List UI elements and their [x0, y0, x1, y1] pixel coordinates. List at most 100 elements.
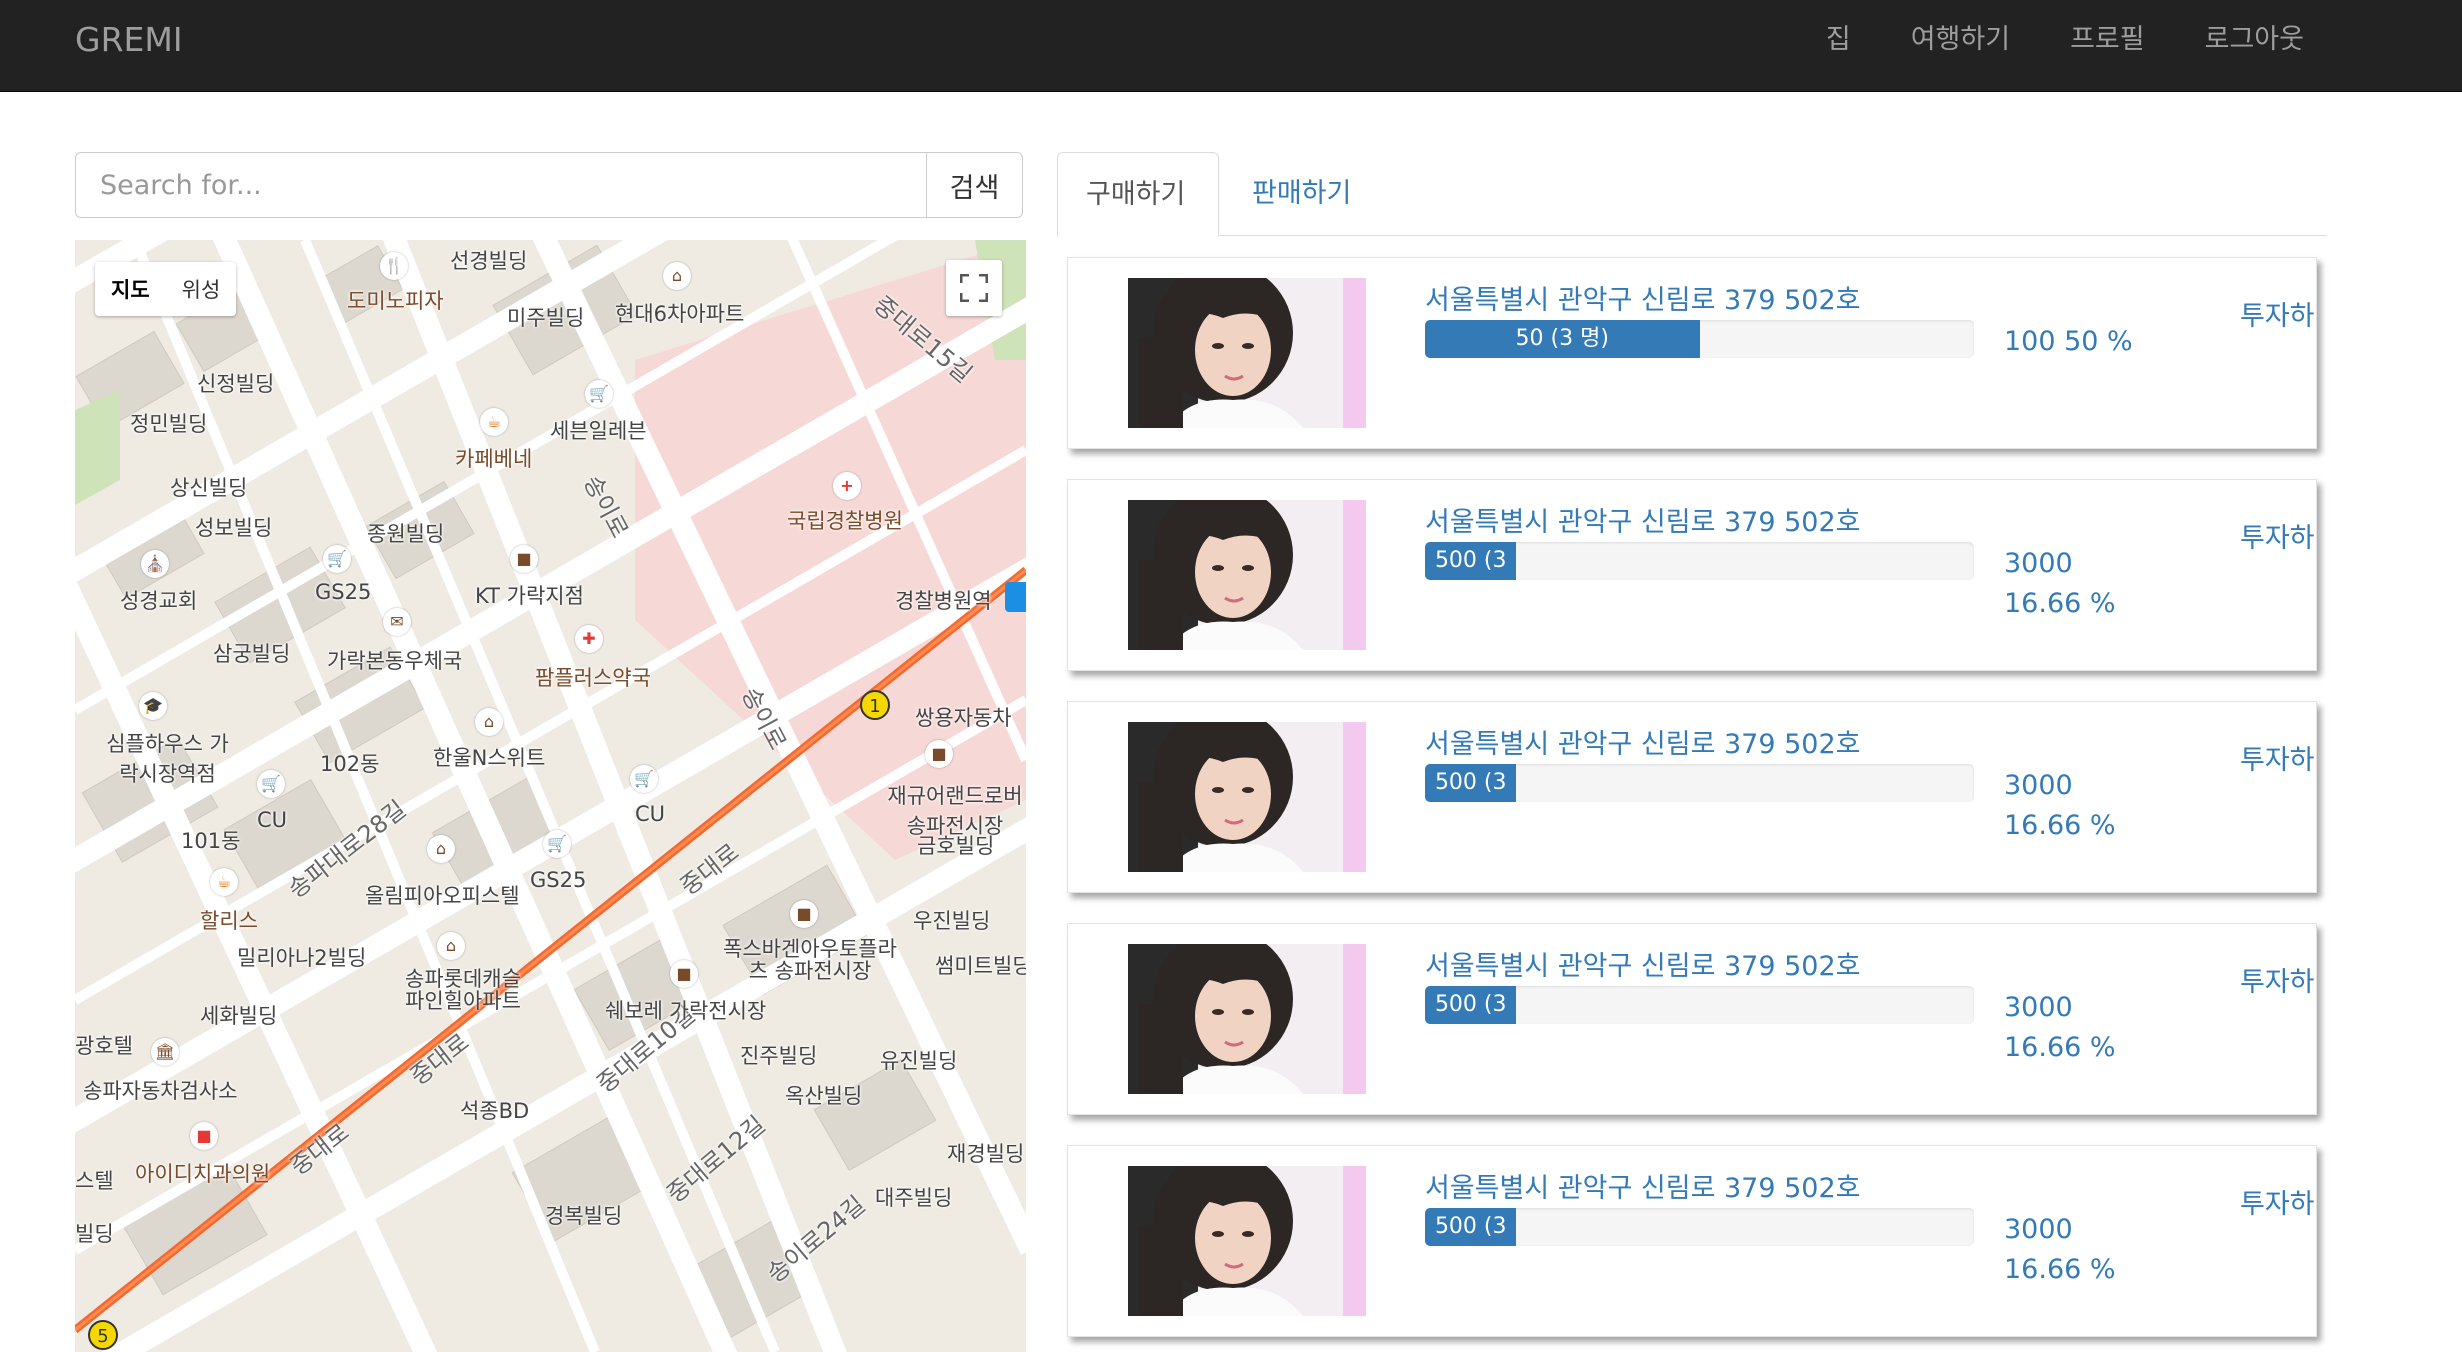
cafe-icon[interactable]: ☕	[480, 408, 508, 436]
map-place-label: 성보빌딩	[195, 516, 273, 540]
hospital-icon[interactable]: +	[833, 472, 861, 500]
listing-amount: 3000	[2004, 548, 2073, 579]
listing-percent: 16.66 %	[2004, 588, 2116, 619]
funding-progress-bar: 500 (3	[1425, 986, 1974, 1024]
listing-thumbnail[interactable]	[1128, 1166, 1366, 1316]
search-button[interactable]: 검색	[926, 152, 1023, 218]
nav-link-home[interactable]: 집	[1796, 18, 1881, 62]
listing-thumbnail[interactable]	[1128, 944, 1366, 1094]
map-place-label: 우진빌딩	[913, 909, 991, 933]
listing-card: 서울특별시 관악구 신림로 379 502호 500 (3 3000 16.66…	[1067, 701, 2317, 893]
map-place-label: 미주빌딩	[507, 306, 585, 330]
clinic-icon[interactable]: ■	[190, 1122, 218, 1150]
home-icon[interactable]: ⌂	[427, 835, 455, 863]
map-place-label: 썸미트빌딩	[935, 954, 1026, 978]
invest-button[interactable]: 투자하기	[2240, 738, 2316, 777]
home-icon[interactable]: ⌂	[663, 262, 691, 290]
map-place-label: 도미노피자	[347, 289, 444, 313]
listing-amount: 3000	[2004, 1214, 2073, 1245]
shopping-cart-icon[interactable]: 🛒	[543, 830, 571, 858]
listing-amount: 100 50 %	[2004, 326, 2133, 357]
map-type-satellite-button[interactable]: 위성	[166, 262, 237, 316]
post-office-icon[interactable]: ✉	[383, 608, 411, 636]
shopping-cart-icon[interactable]: 🛒	[323, 545, 351, 573]
map-place-label: 101동	[181, 829, 241, 853]
restaurant-icon[interactable]: 🍴	[380, 252, 408, 280]
map-type-map-button[interactable]: 지도	[95, 262, 166, 316]
funding-progress-fill: 50 (3 명)	[1425, 320, 1700, 358]
map-place-label: 세화빌딩	[200, 1004, 278, 1028]
nav-link-logout[interactable]: 로그아웃	[2175, 18, 2334, 62]
map-place-label: CU	[257, 808, 288, 832]
map-place-label: 아이디치과의원	[135, 1162, 271, 1186]
listing-address-link[interactable]: 서울특별시 관악구 신림로 379 502호	[1425, 1166, 1860, 1205]
funding-progress-fill: 500 (3	[1425, 764, 1517, 802]
building-icon[interactable]: ■	[510, 545, 538, 573]
building-icon[interactable]: ■	[670, 960, 698, 988]
home-icon[interactable]: ⌂	[437, 932, 465, 960]
invest-button[interactable]: 투자하기	[2240, 516, 2316, 555]
map-place-label: 옥산빌딩	[785, 1084, 863, 1108]
funding-progress-fill: 500 (3	[1425, 542, 1517, 580]
home-icon[interactable]: ⌂	[475, 708, 503, 736]
map-place-label: GS25	[530, 868, 587, 892]
tab-sell[interactable]: 판매하기	[1224, 152, 1379, 235]
map-place-label: 팜플러스약국	[535, 666, 651, 690]
listing-thumbnail[interactable]	[1128, 500, 1366, 650]
map-place-label: 광호텔	[75, 1034, 133, 1058]
map-place-label: 할리스	[200, 909, 258, 933]
school-icon[interactable]: 🎓	[139, 692, 167, 720]
listing-address-link[interactable]: 서울특별시 관악구 신림로 379 502호	[1425, 278, 1860, 317]
map[interactable]: 1 5 송이로 송이로 중대로 중대로 중대로 송파대로28길 중대로10길 중…	[75, 240, 1026, 1352]
nav-link-travel[interactable]: 여행하기	[1881, 18, 2040, 62]
navbar: GREMI 집 여행하기 프로필 로그아웃	[0, 0, 2462, 92]
map-place-label: 경복빌딩	[545, 1204, 623, 1228]
funding-progress-bar: 500 (3	[1425, 764, 1974, 802]
pharmacy-icon[interactable]: ✚	[575, 625, 603, 653]
map-place-label: 성경교회	[120, 589, 198, 613]
building-icon[interactable]: ■	[925, 740, 953, 768]
map-place-label: 정민빌딩	[130, 412, 208, 436]
building-icon[interactable]: ■	[790, 900, 818, 928]
nav-links: 집 여행하기 프로필 로그아웃	[1796, 18, 2334, 62]
map-place-label: KT 가락지점	[475, 584, 584, 608]
listing-thumbnail[interactable]	[1128, 278, 1366, 428]
map-place-label: 재경빌딩	[947, 1142, 1025, 1166]
fullscreen-button[interactable]	[946, 260, 1002, 316]
invest-button[interactable]: 투자하기	[2240, 294, 2316, 333]
funding-progress-bar: 500 (3	[1425, 542, 1974, 580]
listing-address-link[interactable]: 서울특별시 관악구 신림로 379 502호	[1425, 944, 1860, 983]
listing-card: 서울특별시 관악구 신림로 379 502호 500 (3 3000 16.66…	[1067, 479, 2317, 671]
invest-button[interactable]: 투자하기	[2240, 960, 2316, 999]
map-place-label: 올림피아오피스텔	[365, 884, 520, 908]
map-place-label: 금호빌딩	[917, 834, 995, 858]
listing-address-link[interactable]: 서울특별시 관악구 신림로 379 502호	[1425, 500, 1860, 539]
tab-bar: 구매하기 판매하기	[1057, 152, 2327, 237]
listing-thumbnail[interactable]	[1128, 722, 1366, 872]
nav-link-profile[interactable]: 프로필	[2040, 18, 2175, 62]
government-icon[interactable]: 🏛	[151, 1038, 179, 1066]
map-place-label: 신정빌딩	[197, 372, 275, 396]
shopping-cart-icon[interactable]: 🛒	[630, 765, 658, 793]
cafe-icon[interactable]: ☕	[210, 868, 238, 896]
map-place-label: 쉐보레 가락전시장	[605, 999, 767, 1023]
search-input[interactable]	[75, 152, 926, 218]
map-place-label: 삼궁빌딩	[213, 642, 291, 666]
map-place-label: 국립경찰병원	[787, 509, 903, 533]
invest-button[interactable]: 투자하기	[2240, 1182, 2316, 1221]
church-icon[interactable]: ⛪	[141, 550, 169, 578]
listing-address-link[interactable]: 서울특별시 관악구 신림로 379 502호	[1425, 722, 1860, 761]
brand-logo[interactable]: GREMI	[75, 18, 183, 62]
listing-amount: 3000	[2004, 992, 2073, 1023]
map-place-label: 스텔	[75, 1169, 114, 1193]
svg-text:1: 1	[869, 696, 880, 717]
shopping-cart-icon[interactable]: 🛒	[585, 380, 613, 408]
tab-buy[interactable]: 구매하기	[1057, 152, 1219, 237]
map-place-label: 세븐일레븐	[550, 419, 647, 443]
map-place-label: 유진빌딩	[880, 1049, 958, 1073]
shopping-cart-icon[interactable]: 🛒	[257, 770, 285, 798]
map-place-label: 쌍용자동차	[915, 706, 1012, 730]
map-place-label: 한울N스위트	[433, 746, 546, 770]
listing-card: 서울특별시 관악구 신림로 379 502호 500 (3 3000 16.66…	[1067, 1145, 2317, 1337]
svg-text:5: 5	[97, 1326, 108, 1347]
